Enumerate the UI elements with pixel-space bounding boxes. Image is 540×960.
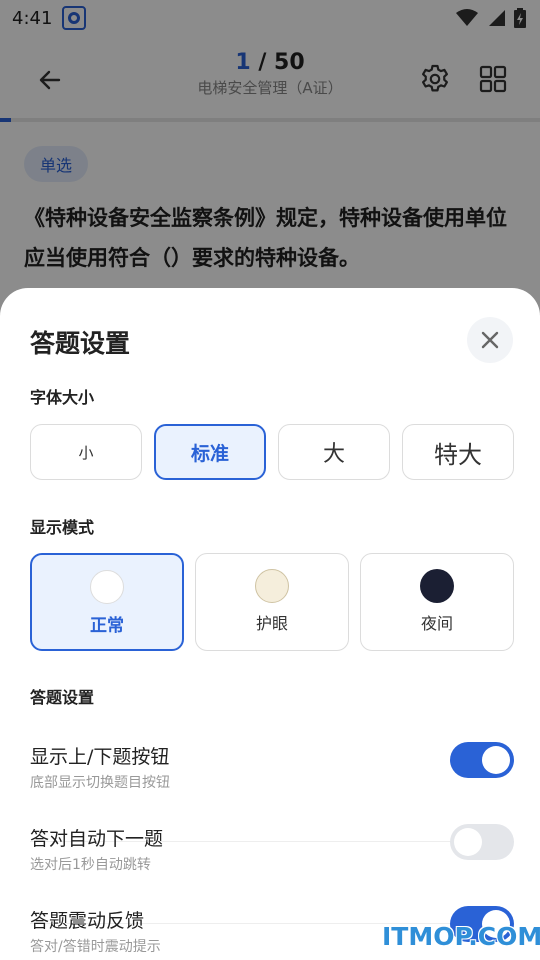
auto-next-toggle[interactable] — [450, 824, 514, 860]
font-size-option-large[interactable]: 大 — [278, 424, 390, 480]
font-size-option-extra-large[interactable]: 特大 — [402, 424, 514, 480]
display-mode-label-eye-care: 护眼 — [255, 614, 288, 633]
answer-settings-sheet: 答题设置 字体大小 小 标准 大 特大 显示模式 正常 护眼 夜间 答题设置 显… — [0, 288, 540, 960]
display-mode-eye-care[interactable]: 护眼 — [195, 553, 349, 651]
display-mode-label-normal: 正常 — [90, 616, 124, 636]
font-size-option-standard[interactable]: 标准 — [154, 424, 266, 480]
close-button[interactable] — [467, 317, 513, 363]
display-mode-night[interactable]: 夜间 — [360, 553, 514, 651]
setting-row-auto-next: 答对自动下一题 选对后1秒自动跳转 — [30, 824, 514, 924]
font-size-label: 字体大小 — [30, 388, 95, 407]
watermark: ITMOP.COM — [382, 922, 540, 951]
nav-buttons-toggle[interactable] — [450, 742, 514, 778]
setting-description: 底部显示切换题目按钮 — [30, 775, 170, 791]
answer-settings-label: 答题设置 — [30, 688, 95, 707]
setting-title: 显示上/下题按钮 — [30, 746, 170, 768]
eye-care-mode-swatch-icon — [255, 569, 289, 603]
normal-mode-swatch-icon — [90, 570, 124, 604]
close-icon — [481, 331, 499, 349]
setting-title: 答题震动反馈 — [30, 910, 145, 932]
display-mode-label-night: 夜间 — [420, 614, 453, 633]
toggle-knob — [454, 828, 482, 856]
night-mode-swatch-icon — [420, 569, 454, 603]
display-mode-normal[interactable]: 正常 — [30, 553, 184, 651]
setting-description: 答对/答错时震动提示 — [30, 939, 161, 955]
display-mode-label: 显示模式 — [30, 518, 95, 537]
setting-row-nav-buttons: 显示上/下题按钮 底部显示切换题目按钮 — [30, 742, 514, 842]
setting-title: 答对自动下一题 — [30, 828, 164, 850]
sheet-title: 答题设置 — [30, 329, 131, 358]
toggle-knob — [482, 746, 510, 774]
setting-description: 选对后1秒自动跳转 — [30, 857, 151, 873]
font-size-option-small[interactable]: 小 — [30, 424, 142, 480]
